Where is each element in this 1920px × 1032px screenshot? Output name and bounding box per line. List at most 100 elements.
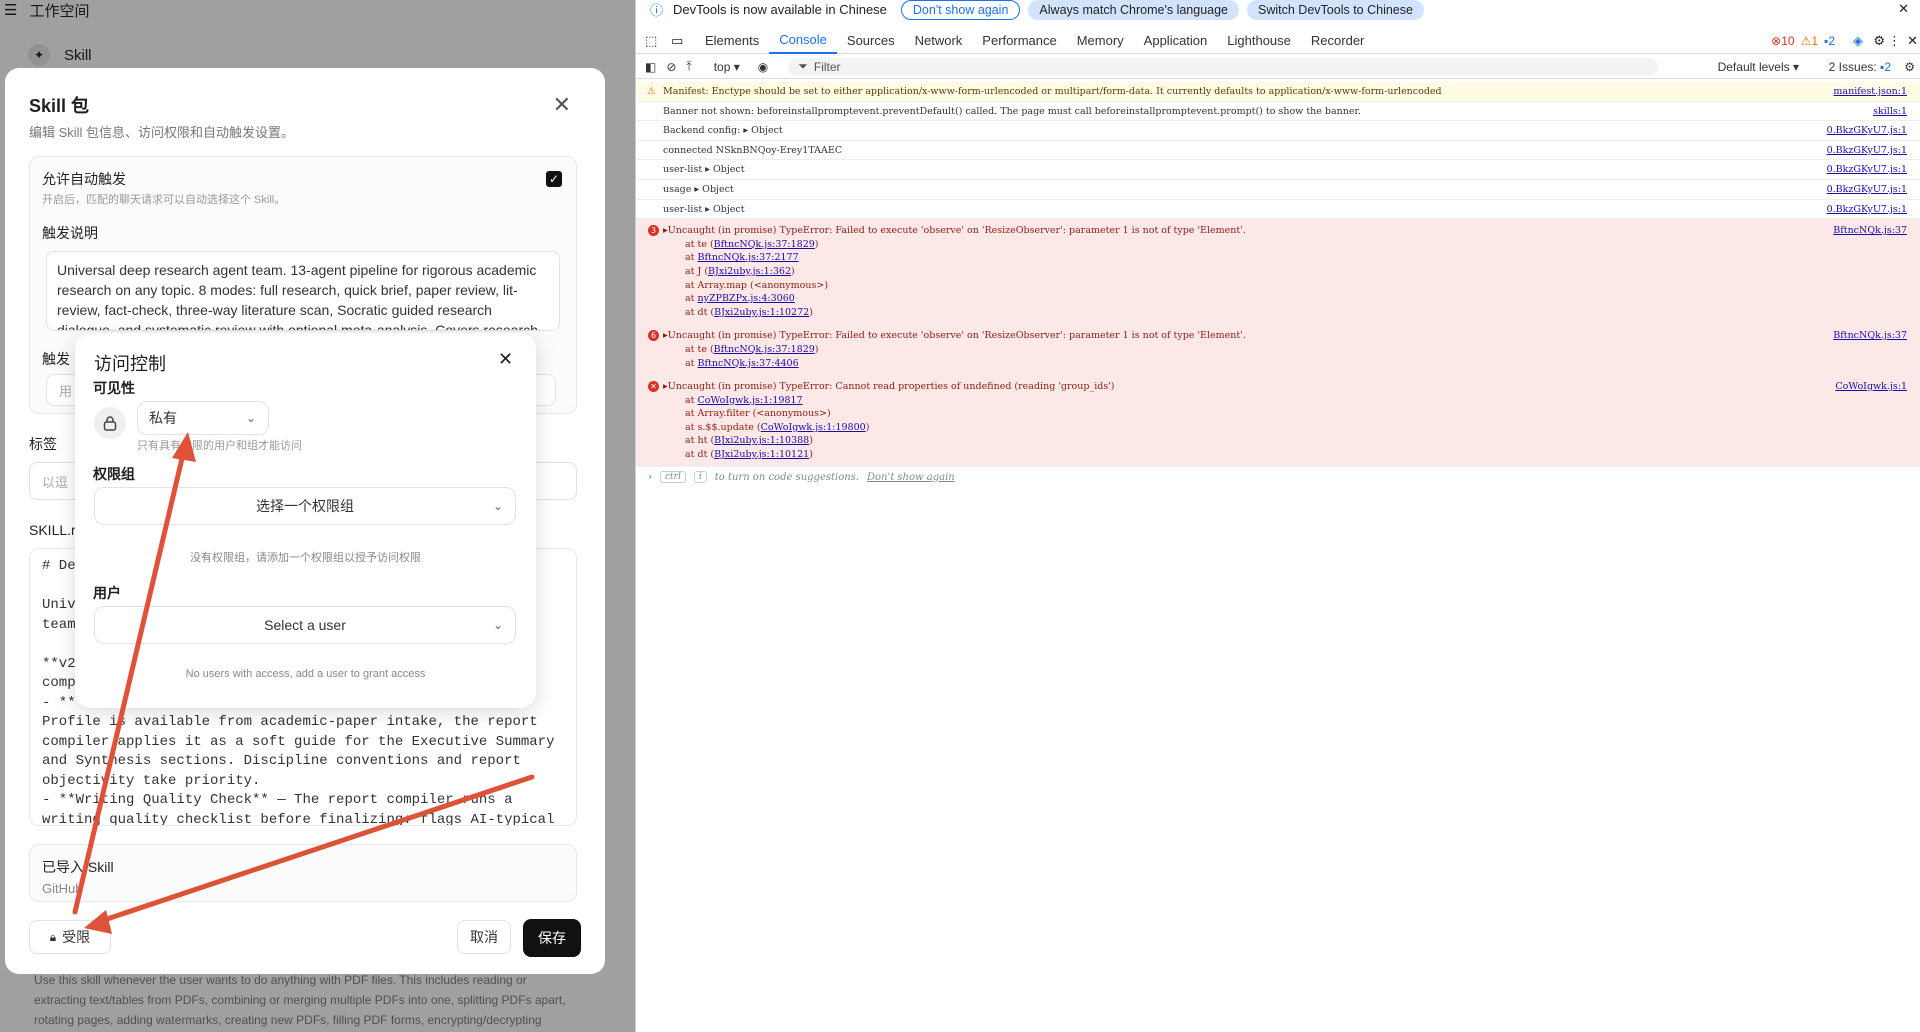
filter-input[interactable]: ⏷ Filter: [788, 57, 1659, 76]
stack-frame-text: at J (: [685, 265, 709, 277]
source-link[interactable]: BftncNQk.js:37: [1833, 329, 1907, 343]
source-link[interactable]: 0.BkzGKyU7.js:1: [1827, 144, 1907, 158]
device-toolbar-icon[interactable]: ▭: [671, 33, 687, 49]
stack-frame-link[interactable]: BftncNQk.js:37:4406: [698, 358, 799, 369]
source-link[interactable]: CoWoIgwk.js:1: [1835, 380, 1907, 394]
ai-assistance-icon[interactable]: ◈: [1853, 33, 1863, 49]
visibility-select[interactable]: 私有 ⌄: [137, 401, 269, 435]
close-icon[interactable]: ✕: [498, 349, 513, 370]
console-error[interactable]: ✕ ▸Uncaught (in promise) TypeError: Canno…: [636, 375, 1920, 467]
tab-network[interactable]: Network: [905, 28, 973, 54]
console-message-text: Backend config: ▸ Object: [663, 125, 783, 137]
dont-show-again-button[interactable]: Don't show again: [900, 0, 1021, 20]
console-error[interactable]: 6 ▸Uncaught (in promise) TypeError: Faile…: [636, 324, 1920, 376]
console-error[interactable]: 3 ▸Uncaught (in promise) TypeError: Faile…: [636, 219, 1920, 325]
source-link[interactable]: BftncNQk.js:37: [1833, 224, 1907, 238]
tab-lighthouse[interactable]: Lighthouse: [1217, 28, 1301, 54]
source-link[interactable]: manifest.json:1: [1833, 85, 1907, 99]
auto-trigger-checkbox[interactable]: ✓: [546, 171, 562, 187]
trigger-desc-textarea[interactable]: Universal deep research agent team. 13-a…: [46, 251, 560, 331]
stack-frame-link[interactable]: CoWoIgwk.js:1:19817: [698, 395, 803, 406]
stack-frame: at Array.map (<anonymous>): [663, 279, 1920, 293]
console-message[interactable]: user-list ▸ Object 0.BkzGKyU7.js:1: [636, 160, 1920, 180]
access-control-button[interactable]: 🔒︎ 受限: [29, 920, 111, 954]
console-message[interactable]: connected NSknBNQoy-Erey1TAAEC 0.BkzGKyU7…: [636, 141, 1920, 161]
error-count-badge: 6: [648, 330, 659, 342]
dialog-subtitle: 编辑 Skill 包信息、访问权限和自动触发设置。: [29, 125, 295, 140]
counts[interactable]: ⊗10 ⚠1 ▪2: [1771, 34, 1835, 48]
users-placeholder: Select a user: [264, 617, 346, 633]
dialog-title: Skill 包: [29, 96, 90, 116]
upload-icon[interactable]: ⤒: [686, 59, 691, 74]
console-message[interactable]: Banner not shown: beforeinstallprompteve…: [636, 102, 1920, 122]
error-count: ⊗10: [1771, 33, 1795, 48]
gear-icon[interactable]: ⚙: [1873, 33, 1885, 49]
console-message[interactable]: Backend config: ▸ Object 0.BkzGKyU7.js:1: [636, 121, 1920, 141]
access-dialog-title: 访问控制: [94, 354, 166, 374]
tab-performance[interactable]: Performance: [972, 28, 1066, 54]
stack-frame-text: at dt (: [685, 449, 715, 461]
language-banner: ⓘ DevTools is now available in Chinese D…: [636, 0, 1920, 20]
console-message-text: usage ▸ Object: [663, 183, 734, 195]
source-link[interactable]: 0.BkzGKyU7.js:1: [1827, 183, 1907, 197]
cancel-button[interactable]: 取消: [457, 920, 511, 954]
tab-console[interactable]: Console: [769, 28, 837, 54]
app-panel: ☰ 工作空间 ✦ Skill Use this skill whenever t…: [0, 0, 635, 1032]
eye-icon[interactable]: ◉: [758, 60, 768, 74]
stack-frame-text: at s.$$.update (: [685, 421, 761, 433]
stack-frame-link[interactable]: BJxi2uby.js:1:10272: [714, 307, 809, 318]
console-prompt[interactable]: › ctrl i to turn on code suggestions. Do…: [648, 471, 955, 483]
tab-recorder[interactable]: Recorder: [1301, 28, 1374, 54]
source-link[interactable]: 0.BkzGKyU7.js:1: [1827, 124, 1907, 138]
chevron-down-icon: ⌄: [492, 499, 503, 513]
match-language-button[interactable]: Always match Chrome's language: [1028, 0, 1240, 20]
inspect-icon[interactable]: ⬚: [645, 33, 661, 49]
sidebar-toggle-icon[interactable]: ◧: [645, 60, 656, 74]
stack-frame-link[interactable]: BJxi2uby.js:1:362: [708, 266, 791, 277]
clear-console-icon[interactable]: ⊘: [666, 60, 676, 74]
issues-button[interactable]: 2 Issues: ▪2: [1829, 60, 1891, 74]
chevron-down-icon: ⌄: [245, 411, 256, 425]
context-select[interactable]: top ▾: [714, 60, 740, 74]
tab-memory[interactable]: Memory: [1067, 28, 1134, 54]
console-message[interactable]: user-list ▸ Object 0.BkzGKyU7.js:1: [636, 200, 1920, 220]
close-icon[interactable]: ✕: [1898, 1, 1909, 17]
gear-icon[interactable]: ⚙: [1904, 60, 1915, 74]
stack-frame-link[interactable]: BftncNQk.js:37:1829: [714, 344, 815, 355]
prompt-dont-show-link[interactable]: Don't show again: [867, 472, 955, 483]
source-link[interactable]: skills:1: [1873, 105, 1907, 119]
switch-language-button[interactable]: Switch DevTools to Chinese: [1247, 0, 1424, 20]
log-levels-select[interactable]: Default levels ▾: [1718, 60, 1799, 74]
more-options-icon[interactable]: ⋮: [1888, 33, 1901, 49]
stack-frame: at CoWoIgwk.js:1:19817: [663, 394, 1920, 408]
tab-elements[interactable]: Elements: [695, 28, 769, 54]
error-count-badge: ✕: [648, 381, 659, 393]
groups-select[interactable]: 选择一个权限组 ⌄: [94, 487, 516, 525]
console-message-text: user-list ▸ Object: [663, 203, 745, 215]
kbd-i: i: [693, 471, 707, 483]
console-message-text: Manifest: Enctype should be set to eithe…: [663, 86, 1442, 97]
stack-frame-link[interactable]: BftncNQk.js:37:2177: [698, 252, 799, 263]
trigger-desc-label: 触发说明: [42, 225, 98, 241]
stack-frame-link[interactable]: BJxi2uby.js:1:10388: [714, 435, 809, 446]
stack-frame-link[interactable]: BftncNQk.js:37:1829: [714, 239, 815, 250]
console-message[interactable]: usage ▸ Object 0.BkzGKyU7.js:1: [636, 180, 1920, 200]
visibility-hint: 只有具有权限的用户和组才能访问: [137, 440, 302, 452]
skill-md-line: - **Writing Quality Check** — The report…: [42, 792, 513, 808]
stack-frame-text: ): [865, 421, 870, 433]
tab-sources[interactable]: Sources: [837, 28, 905, 54]
stack-frame-link[interactable]: CoWoIgwk.js:1:19800: [761, 422, 866, 433]
console-log: ⚠ Manifest: Enctype should be set to eith…: [636, 82, 1920, 467]
source-link[interactable]: 0.BkzGKyU7.js:1: [1827, 163, 1907, 177]
close-icon[interactable]: ✕: [553, 94, 571, 116]
tab-application[interactable]: Application: [1134, 28, 1218, 54]
stack-frame: at J (BJxi2uby.js:1:362): [663, 265, 1920, 279]
save-button[interactable]: 保存: [523, 919, 581, 957]
stack-frame-link[interactable]: nyZPBZPx.js:4:3060: [698, 293, 795, 304]
stack-frame-link[interactable]: BJxi2uby.js:1:10121: [714, 449, 809, 460]
console-message-text: user-list ▸ Object: [663, 164, 745, 176]
users-select[interactable]: Select a user ⌄: [94, 606, 516, 644]
source-link[interactable]: 0.BkzGKyU7.js:1: [1827, 203, 1907, 217]
console-message[interactable]: ⚠ Manifest: Enctype should be set to eith…: [636, 82, 1920, 102]
close-icon[interactable]: ✕: [1907, 33, 1918, 49]
